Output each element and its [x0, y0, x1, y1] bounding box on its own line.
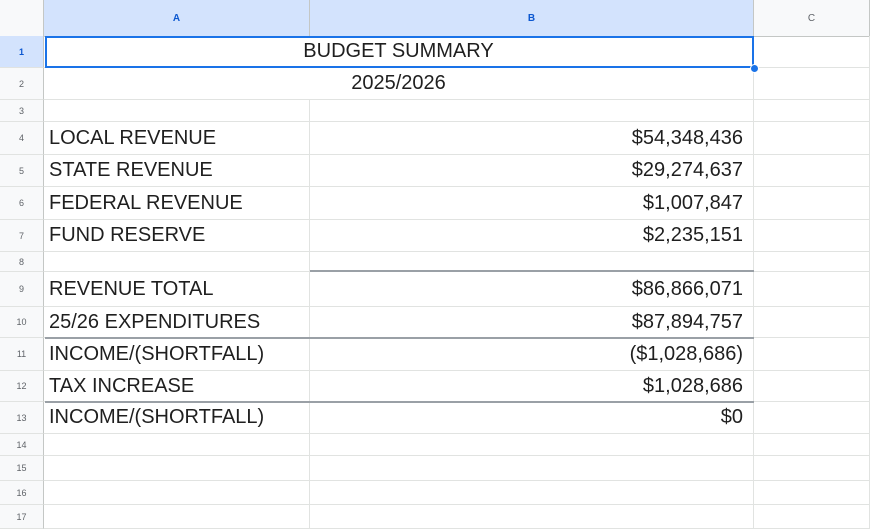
cell-a17[interactable]	[44, 505, 310, 528]
table-row	[44, 481, 870, 505]
cell-c11[interactable]	[754, 338, 870, 370]
column-header-a[interactable]: A	[44, 0, 310, 36]
cell-c7[interactable]	[754, 220, 870, 251]
table-row	[44, 456, 870, 481]
row-header-13[interactable]: 13	[0, 402, 44, 434]
table-row: REVENUE TOTAL $86,866,071	[44, 272, 870, 307]
row-header-17[interactable]: 17	[0, 505, 44, 529]
cell-c8[interactable]	[754, 252, 870, 271]
table-row	[44, 252, 870, 272]
line-label[interactable]: TAX INCREASE	[44, 371, 310, 401]
row-header-9[interactable]: 9	[0, 272, 44, 307]
final-rule	[45, 401, 754, 403]
title-cell[interactable]: BUDGET SUMMARY	[44, 36, 754, 67]
table-row	[44, 100, 870, 122]
cell-b14[interactable]	[310, 434, 754, 455]
total-rule	[310, 270, 754, 272]
cell-c14[interactable]	[754, 434, 870, 455]
line-label[interactable]: STATE REVENUE	[44, 155, 310, 186]
cell-c10[interactable]	[754, 307, 870, 337]
year-cell[interactable]: 2025/2026	[44, 68, 754, 99]
table-row	[44, 505, 870, 529]
row-header-8[interactable]: 8	[0, 252, 44, 272]
table-row: FEDERAL REVENUE $1,007,847	[44, 187, 870, 220]
shortfall-rule	[45, 337, 754, 339]
line-label[interactable]: FEDERAL REVENUE	[44, 187, 310, 219]
row-header-2[interactable]: 2	[0, 68, 44, 100]
table-row: FUND RESERVE $2,235,151	[44, 220, 870, 252]
cell-a8[interactable]	[44, 252, 310, 271]
row-header-1[interactable]: 1	[0, 36, 44, 68]
cell-c6[interactable]	[754, 187, 870, 219]
line-value[interactable]: $54,348,436	[310, 122, 754, 154]
column-header-c[interactable]: C	[754, 0, 870, 36]
cell-c4[interactable]	[754, 122, 870, 154]
line-value[interactable]: $2,235,151	[310, 220, 754, 251]
table-row: 2025/2026	[44, 68, 870, 100]
line-label[interactable]: REVENUE TOTAL	[44, 272, 310, 306]
line-label[interactable]: 25/26 EXPENDITURES	[44, 307, 310, 337]
line-value[interactable]: $87,894,757	[310, 307, 754, 337]
row-header-7[interactable]: 7	[0, 220, 44, 252]
line-value[interactable]: $29,274,637	[310, 155, 754, 186]
cell-a15[interactable]	[44, 456, 310, 480]
line-value[interactable]: $86,866,071	[310, 272, 754, 306]
line-value[interactable]: $1,028,686	[310, 371, 754, 401]
cell-c17[interactable]	[754, 505, 870, 528]
cell-a3[interactable]	[44, 100, 310, 121]
cell-c13[interactable]	[754, 402, 870, 433]
row-header-12[interactable]: 12	[0, 371, 44, 402]
cell-a14[interactable]	[44, 434, 310, 455]
line-label[interactable]: INCOME/(SHORTFALL)	[44, 402, 310, 433]
cell-b16[interactable]	[310, 481, 754, 504]
row-header-3[interactable]: 3	[0, 100, 44, 122]
table-row	[44, 434, 870, 456]
line-label[interactable]: FUND RESERVE	[44, 220, 310, 251]
fill-handle[interactable]	[750, 64, 759, 73]
line-label[interactable]: INCOME/(SHORTFALL)	[44, 338, 310, 370]
line-value[interactable]: ($1,028,686)	[310, 338, 754, 370]
table-row: BUDGET SUMMARY	[44, 36, 870, 68]
row-header-14[interactable]: 14	[0, 434, 44, 456]
line-value[interactable]: $0	[310, 402, 754, 433]
table-row: STATE REVENUE $29,274,637	[44, 155, 870, 187]
cell-a16[interactable]	[44, 481, 310, 504]
row-header-10[interactable]: 10	[0, 307, 44, 338]
row-header-15[interactable]: 15	[0, 456, 44, 481]
row-header-4[interactable]: 4	[0, 122, 44, 155]
cell-c5[interactable]	[754, 155, 870, 186]
table-row: LOCAL REVENUE $54,348,436	[44, 122, 870, 155]
line-value[interactable]: $1,007,847	[310, 187, 754, 219]
cell-c15[interactable]	[754, 456, 870, 480]
column-header-b[interactable]: B	[310, 0, 754, 36]
row-header-11[interactable]: 11	[0, 338, 44, 371]
select-all-corner[interactable]	[0, 0, 44, 36]
cell-c3[interactable]	[754, 100, 870, 121]
cell-b15[interactable]	[310, 456, 754, 480]
table-row: TAX INCREASE $1,028,686	[44, 371, 870, 402]
row-header-16[interactable]: 16	[0, 481, 44, 505]
spreadsheet-grid[interactable]: A B C 1 2 3 4 5 6 7 8 9 10 11 12 13 14 1…	[0, 0, 870, 529]
line-label[interactable]: LOCAL REVENUE	[44, 122, 310, 154]
row-header-5[interactable]: 5	[0, 155, 44, 187]
cell-b3[interactable]	[310, 100, 754, 121]
cell-c12[interactable]	[754, 371, 870, 401]
cell-c16[interactable]	[754, 481, 870, 504]
row-header-6[interactable]: 6	[0, 187, 44, 220]
cell-c2[interactable]	[754, 68, 870, 99]
cell-c9[interactable]	[754, 272, 870, 306]
cell-b17[interactable]	[310, 505, 754, 528]
table-row: INCOME/(SHORTFALL) ($1,028,686)	[44, 338, 870, 371]
cell-b8[interactable]	[310, 252, 754, 271]
cell-c1[interactable]	[754, 36, 870, 67]
table-row: INCOME/(SHORTFALL) $0	[44, 402, 870, 434]
table-row: 25/26 EXPENDITURES $87,894,757	[44, 307, 870, 338]
